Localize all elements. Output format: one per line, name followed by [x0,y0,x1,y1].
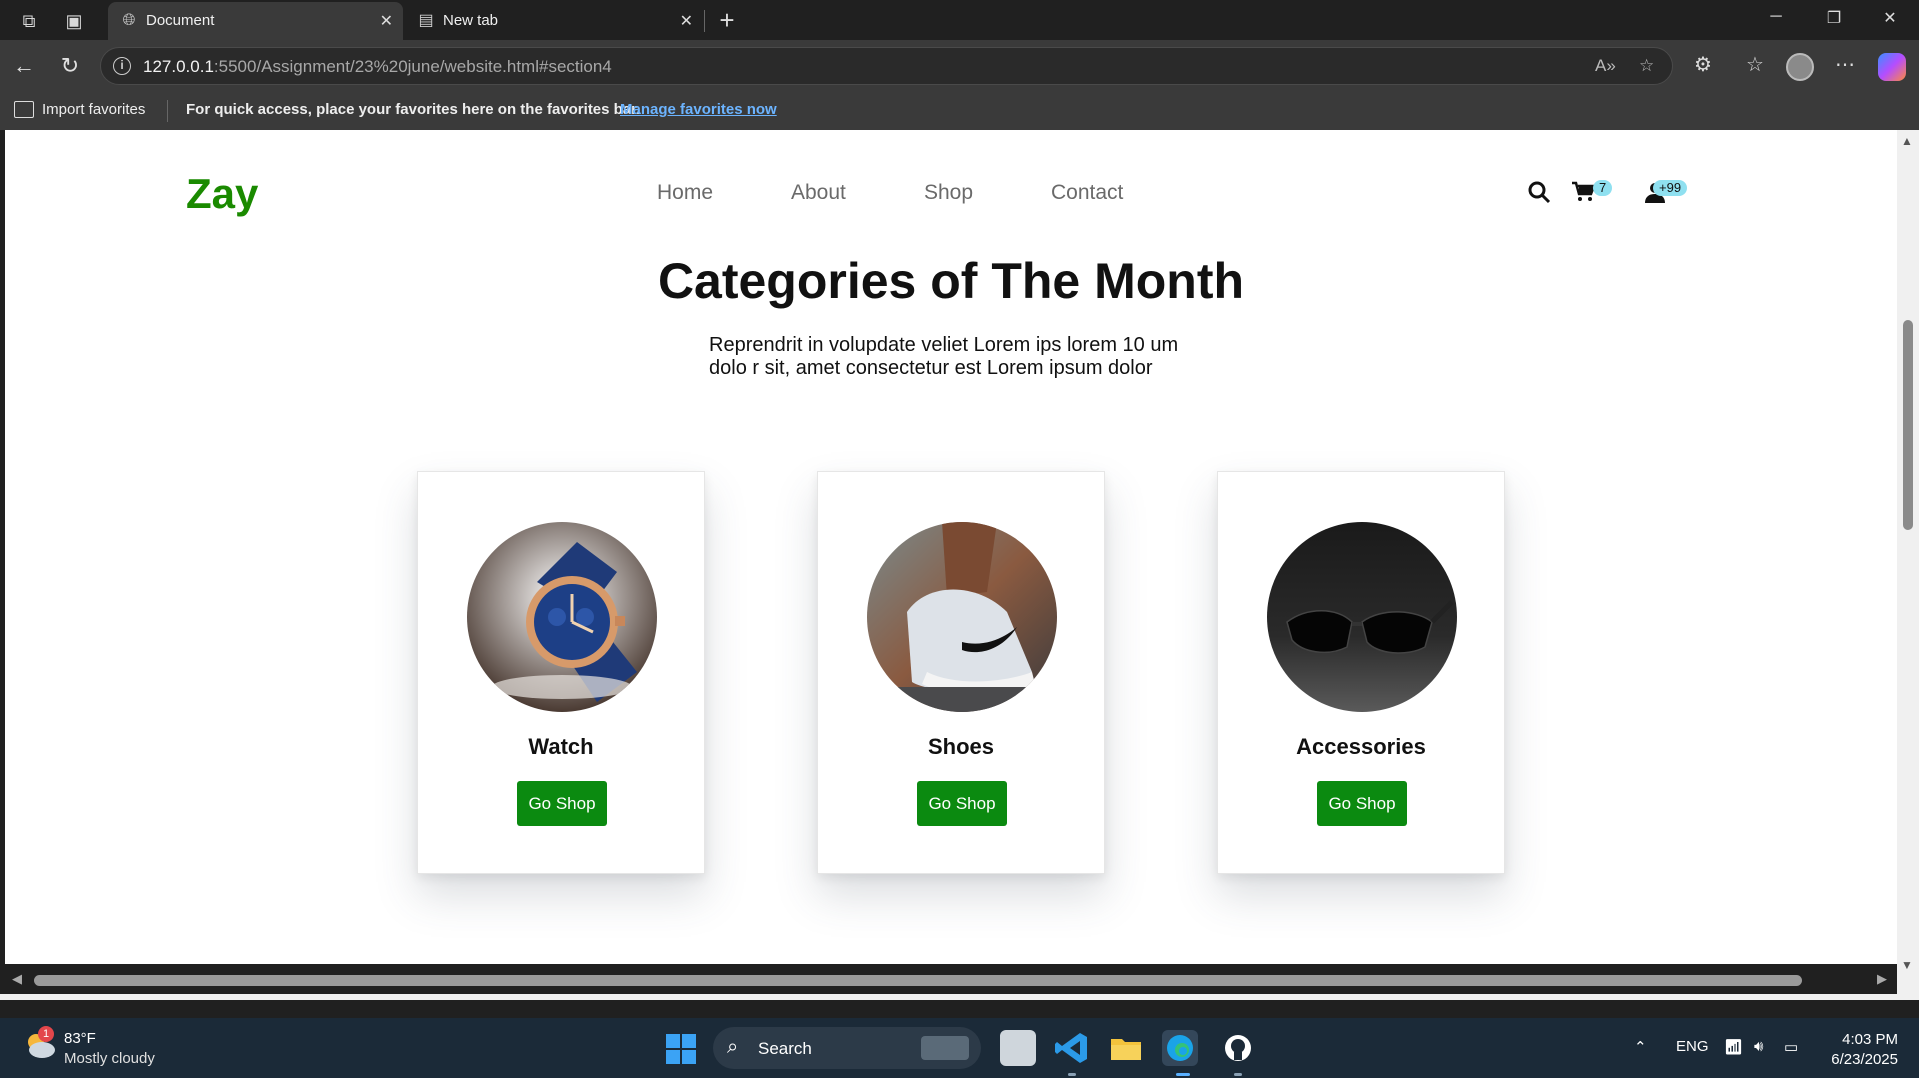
weather-temperature[interactable]: 83°F [64,1030,96,1047]
search-highlight-icon [921,1036,969,1060]
favorites-icon[interactable]: ☆ [1740,52,1770,77]
site-info-icon[interactable]: i [113,57,131,75]
profile-avatar[interactable] [1786,53,1814,81]
globe-icon: 🌐︎ [122,12,136,29]
taskbar-search-label: Search [758,1039,812,1058]
refresh-icon[interactable]: ↻ [56,52,84,80]
url-text[interactable]: 127.0.0.1:5500/Assignment/23%20june/webs… [143,57,612,77]
scroll-right-icon[interactable]: ▶ [1877,971,1887,987]
read-aloud-icon[interactable]: A» [1595,56,1616,76]
page-viewport: Zay Home About Shop Contact 7 +99 Catego… [5,130,1897,964]
watch-image [467,522,657,712]
task-view-icon[interactable] [1000,1030,1036,1066]
tab-bar: ⧉ ▣ 🌐︎ Document ✕ ▤ New tab ✕ + ─ ❐ ✕ [0,0,1919,40]
battery-icon[interactable]: ▭ [1784,1038,1798,1056]
restore-icon[interactable]: ❐ [1814,8,1854,28]
workspaces-icon[interactable]: ⧉ [16,8,42,34]
nav-shop[interactable]: Shop [924,181,973,205]
vertical-scroll-thumb[interactable] [1903,320,1913,530]
favorite-star-icon[interactable]: ☆ [1639,56,1654,76]
cart-count-badge: 7 [1593,180,1613,196]
manage-favorites-link[interactable]: Manage favorites now [620,101,777,118]
horizontal-scroll-track: ◀ ▶ [0,964,1897,994]
go-shop-watch-button[interactable]: Go Shop [517,781,607,826]
active-indicator [1176,1073,1190,1076]
scroll-down-icon[interactable]: ▼ [1901,958,1913,972]
go-shop-accessories-button[interactable]: Go Shop [1317,781,1407,826]
vertical-scrollbar[interactable]: ▲ ▼ [1897,130,1919,1000]
start-button[interactable] [666,1034,696,1064]
running-indicator [1234,1073,1242,1076]
accessories-image [1267,522,1457,712]
address-bar[interactable]: i 127.0.0.1:5500/Assignment/23%20june/we… [100,47,1673,85]
extensions-icon[interactable]: ⚙ [1688,52,1718,77]
favorites-bar: Import favorites For quick access, place… [0,92,1919,130]
new-tab-page-icon: ▤ [418,12,434,29]
taskbar-search[interactable]: ⌕ Search [713,1027,981,1069]
favorites-bar-message: For quick access, place your favorites h… [186,101,641,118]
volume-icon[interactable]: 🔊︎ [1754,1038,1763,1055]
wifi-icon[interactable]: 📶︎ [1724,1038,1743,1056]
vertical-tabs-icon[interactable]: ▣ [61,8,87,34]
github-icon[interactable] [1220,1030,1256,1066]
vscode-icon[interactable] [1054,1030,1090,1066]
weather-alert-badge: 1 [38,1026,54,1042]
favbar-divider [167,100,168,122]
tab-document[interactable]: 🌐︎ Document ✕ [108,2,403,40]
copilot-icon[interactable] [1878,53,1906,81]
tab-divider [704,10,705,32]
horizontal-scrollbar[interactable]: ◀ ▶ [0,964,1897,1000]
search-icon: ⌕ [727,1036,739,1058]
minimize-icon[interactable]: ─ [1756,8,1796,26]
search-icon[interactable] [1527,180,1551,210]
clock-time: 4:03 PM [1842,1031,1898,1048]
back-icon[interactable]: ← [10,52,38,80]
category-name: Shoes [927,734,995,759]
clock-date: 6/23/2025 [1831,1051,1898,1068]
category-card-watch: Watch Go Shop [417,471,705,874]
new-tab-button[interactable]: + [712,5,742,36]
nav-about[interactable]: About [791,181,846,205]
horizontal-scroll-thumb[interactable] [34,975,1802,986]
section-title: Categories of The Month [657,253,1245,309]
cart-icon[interactable] [1571,180,1596,210]
taskbar: 1 83°F Mostly cloudy ⌕ Search ⌃ ENG 📶︎ 🔊… [0,1018,1919,1078]
import-favorites-icon [14,101,34,118]
shoes-image [867,522,1057,712]
scroll-left-icon[interactable]: ◀ [12,971,22,987]
tab-title: New tab [443,12,499,29]
more-options-icon[interactable]: ⋯ [1830,52,1860,77]
category-name: Accessories [1296,734,1426,759]
close-tab-icon[interactable]: ✕ [680,11,693,31]
nav-contact[interactable]: Contact [1051,181,1123,205]
file-explorer-icon[interactable] [1108,1030,1144,1066]
go-shop-shoes-button[interactable]: Go Shop [917,781,1007,826]
category-name: Watch [528,734,594,759]
section-subtitle: Reprendrit in volupdate veliet Lorem ips… [709,334,1179,379]
scroll-up-icon[interactable]: ▲ [1901,134,1913,148]
tab-new-tab[interactable]: ▤ New tab ✕ [405,2,703,40]
category-card-shoes: Shoes Go Shop [817,471,1105,874]
browser-toolbar: ← ↻ i 127.0.0.1:5500/Assignment/23%20jun… [0,40,1919,92]
close-tab-icon[interactable]: ✕ [380,11,393,31]
system-clock[interactable]: 4:03 PM 6/23/2025 [1826,1030,1898,1070]
category-card-accessories: Accessories Go Shop [1217,471,1505,874]
running-indicator [1068,1073,1076,1076]
nav-home[interactable]: Home [657,181,713,205]
tab-title: Document [146,12,215,29]
edge-browser-icon[interactable] [1162,1030,1198,1066]
input-language[interactable]: ENG [1676,1038,1709,1055]
import-favorites-button[interactable]: Import favorites [42,101,145,118]
user-count-badge: +99 [1653,180,1688,196]
weather-condition[interactable]: Mostly cloudy [64,1050,155,1067]
site-logo[interactable]: Zay [186,170,258,218]
close-window-icon[interactable]: ✕ [1870,8,1910,28]
show-hidden-icons-icon[interactable]: ⌃ [1634,1038,1647,1056]
